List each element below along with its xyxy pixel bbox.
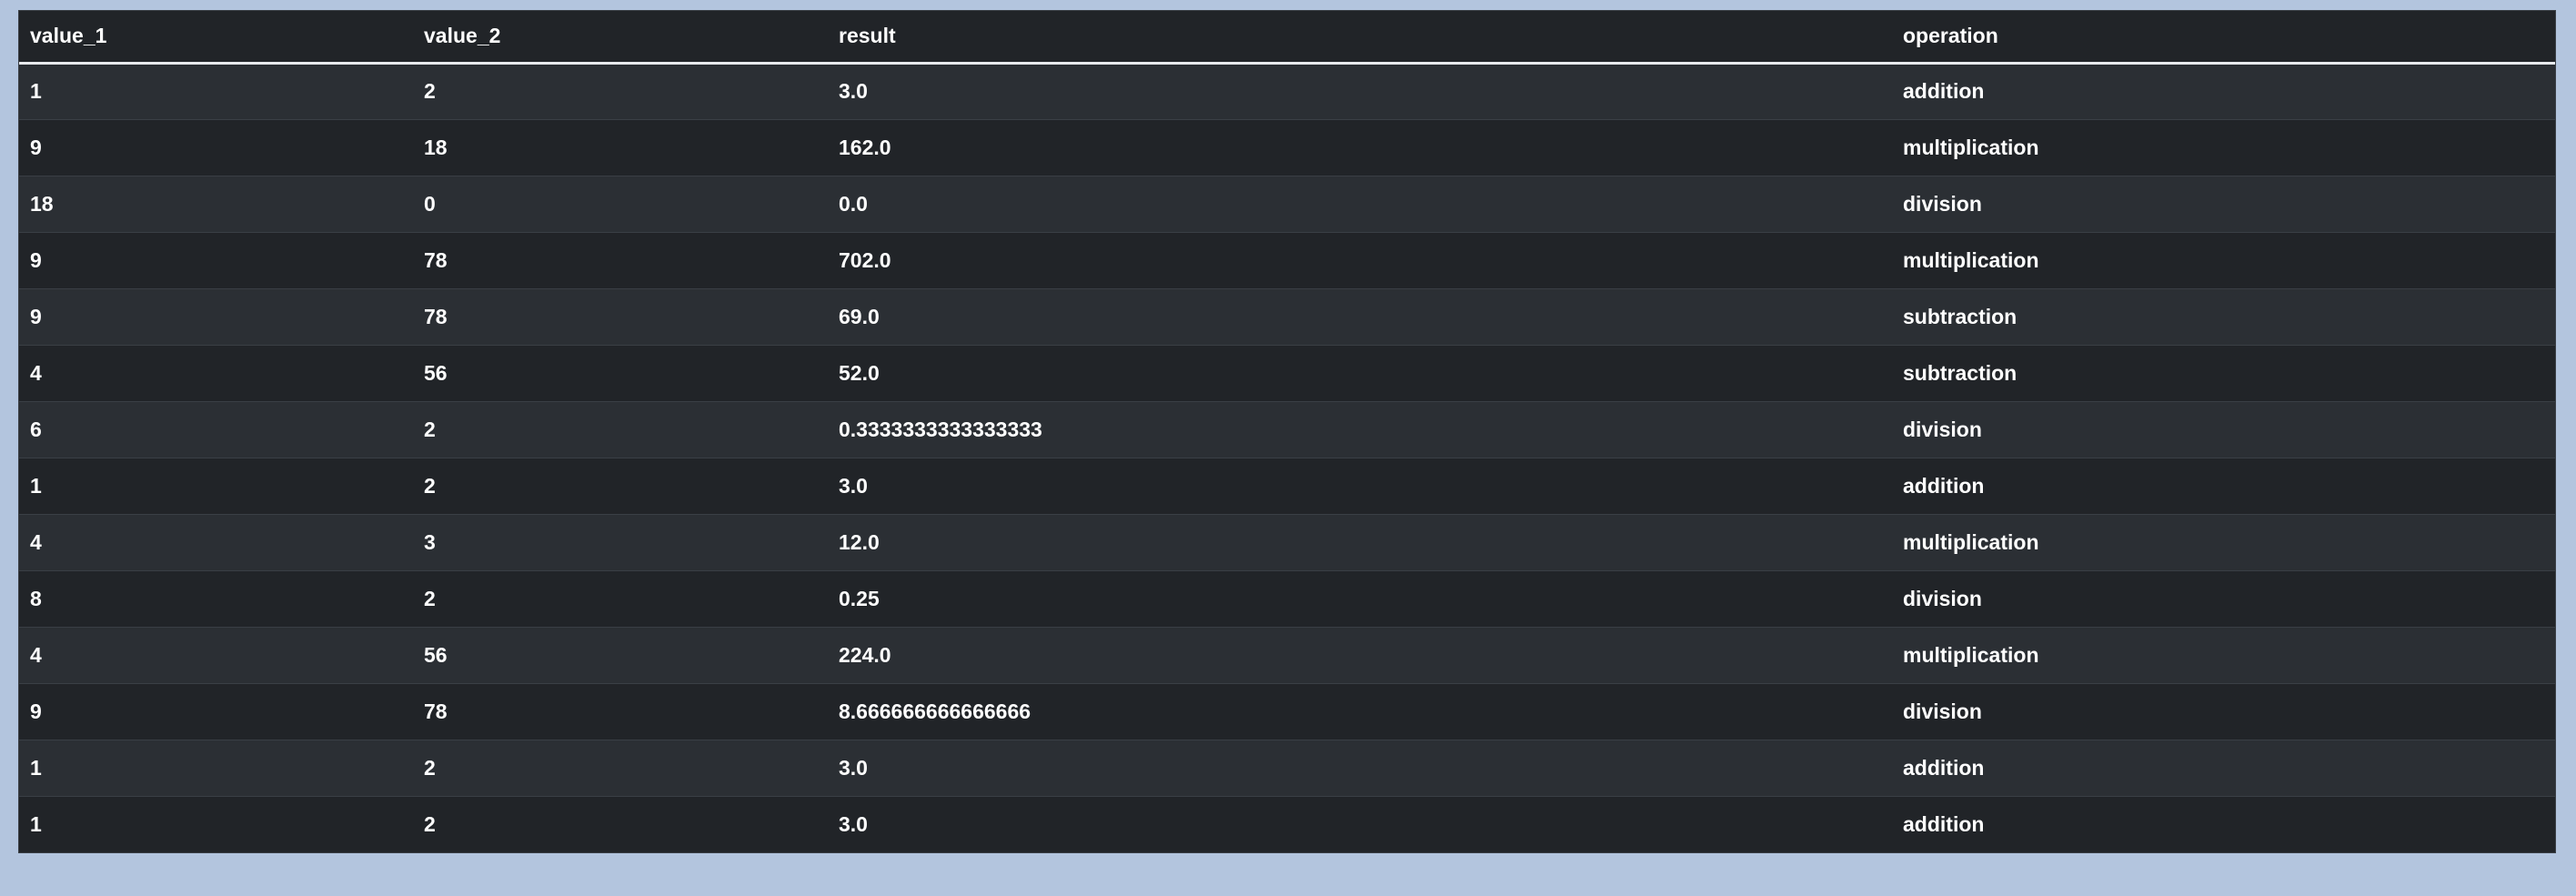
cell-operation: division xyxy=(1892,682,2555,740)
column-header-result[interactable]: result xyxy=(828,11,1892,65)
cell-value-1: 1 xyxy=(19,62,413,119)
results-table: value_1 value_2 result operation 1 2 3.0… xyxy=(19,11,2555,852)
table-row: 8 2 0.25 division xyxy=(19,569,2555,627)
cell-value-2: 78 xyxy=(413,682,828,740)
column-header-value-2[interactable]: value_2 xyxy=(413,11,828,65)
cell-result: 224.0 xyxy=(828,626,1892,683)
cell-result: 12.0 xyxy=(828,513,1892,570)
cell-value-1: 1 xyxy=(19,457,413,514)
cell-value-2: 2 xyxy=(413,569,828,627)
cell-operation: multiplication xyxy=(1892,118,2555,176)
cell-value-2: 56 xyxy=(413,626,828,683)
cell-operation: addition xyxy=(1892,739,2555,796)
cell-value-2: 56 xyxy=(413,344,828,401)
cell-value-1: 9 xyxy=(19,118,413,176)
cell-result: 702.0 xyxy=(828,231,1892,288)
cell-value-1: 1 xyxy=(19,795,413,852)
cell-value-2: 2 xyxy=(413,457,828,514)
cell-value-2: 18 xyxy=(413,118,828,176)
cell-result: 3.0 xyxy=(828,795,1892,852)
cell-operation: subtraction xyxy=(1892,344,2555,401)
cell-value-2: 2 xyxy=(413,62,828,119)
table-row: 6 2 0.3333333333333333 division xyxy=(19,400,2555,458)
table-row: 1 2 3.0 addition xyxy=(19,457,2555,514)
cell-operation: subtraction xyxy=(1892,287,2555,345)
table-row: 4 3 12.0 multiplication xyxy=(19,513,2555,570)
cell-value-2: 78 xyxy=(413,231,828,288)
cell-value-2: 2 xyxy=(413,795,828,852)
cell-operation: addition xyxy=(1892,62,2555,119)
cell-value-1: 4 xyxy=(19,626,413,683)
cell-result: 3.0 xyxy=(828,457,1892,514)
cell-operation: addition xyxy=(1892,457,2555,514)
table-row: 4 56 52.0 subtraction xyxy=(19,344,2555,401)
table-row: 1 2 3.0 addition xyxy=(19,795,2555,852)
table-row: 4 56 224.0 multiplication xyxy=(19,626,2555,683)
cell-value-1: 4 xyxy=(19,513,413,570)
table-row: 18 0 0.0 division xyxy=(19,175,2555,232)
results-table-container: value_1 value_2 result operation 1 2 3.0… xyxy=(18,10,2556,853)
table-body: 1 2 3.0 addition 9 18 162.0 multiplicati… xyxy=(19,62,2555,852)
cell-value-1: 9 xyxy=(19,231,413,288)
cell-value-1: 6 xyxy=(19,400,413,458)
cell-result: 8.666666666666666 xyxy=(828,682,1892,740)
cell-result: 0.0 xyxy=(828,175,1892,232)
table-header: value_1 value_2 result operation xyxy=(19,11,2555,65)
cell-operation: division xyxy=(1892,400,2555,458)
header-row: value_1 value_2 result operation xyxy=(19,11,2555,65)
cell-value-1: 1 xyxy=(19,739,413,796)
cell-result: 0.3333333333333333 xyxy=(828,400,1892,458)
table-row: 9 78 69.0 subtraction xyxy=(19,287,2555,345)
cell-operation: addition xyxy=(1892,795,2555,852)
cell-value-2: 3 xyxy=(413,513,828,570)
cell-value-1: 18 xyxy=(19,175,413,232)
cell-value-2: 0 xyxy=(413,175,828,232)
column-header-operation[interactable]: operation xyxy=(1892,11,2555,65)
table-row: 1 2 3.0 addition xyxy=(19,62,2555,119)
cell-value-2: 2 xyxy=(413,739,828,796)
table-row: 9 78 8.666666666666666 division xyxy=(19,682,2555,740)
cell-result: 69.0 xyxy=(828,287,1892,345)
cell-result: 3.0 xyxy=(828,62,1892,119)
table-row: 9 78 702.0 multiplication xyxy=(19,231,2555,288)
cell-operation: multiplication xyxy=(1892,513,2555,570)
cell-value-1: 4 xyxy=(19,344,413,401)
cell-result: 0.25 xyxy=(828,569,1892,627)
table-row: 1 2 3.0 addition xyxy=(19,739,2555,796)
table-row: 9 18 162.0 multiplication xyxy=(19,118,2555,176)
cell-value-1: 9 xyxy=(19,682,413,740)
cell-value-1: 8 xyxy=(19,569,413,627)
cell-value-1: 9 xyxy=(19,287,413,345)
cell-value-2: 78 xyxy=(413,287,828,345)
cell-operation: multiplication xyxy=(1892,626,2555,683)
cell-operation: division xyxy=(1892,175,2555,232)
cell-result: 162.0 xyxy=(828,118,1892,176)
cell-operation: division xyxy=(1892,569,2555,627)
cell-result: 52.0 xyxy=(828,344,1892,401)
cell-operation: multiplication xyxy=(1892,231,2555,288)
column-header-value-1[interactable]: value_1 xyxy=(19,11,413,65)
cell-value-2: 2 xyxy=(413,400,828,458)
cell-result: 3.0 xyxy=(828,739,1892,796)
